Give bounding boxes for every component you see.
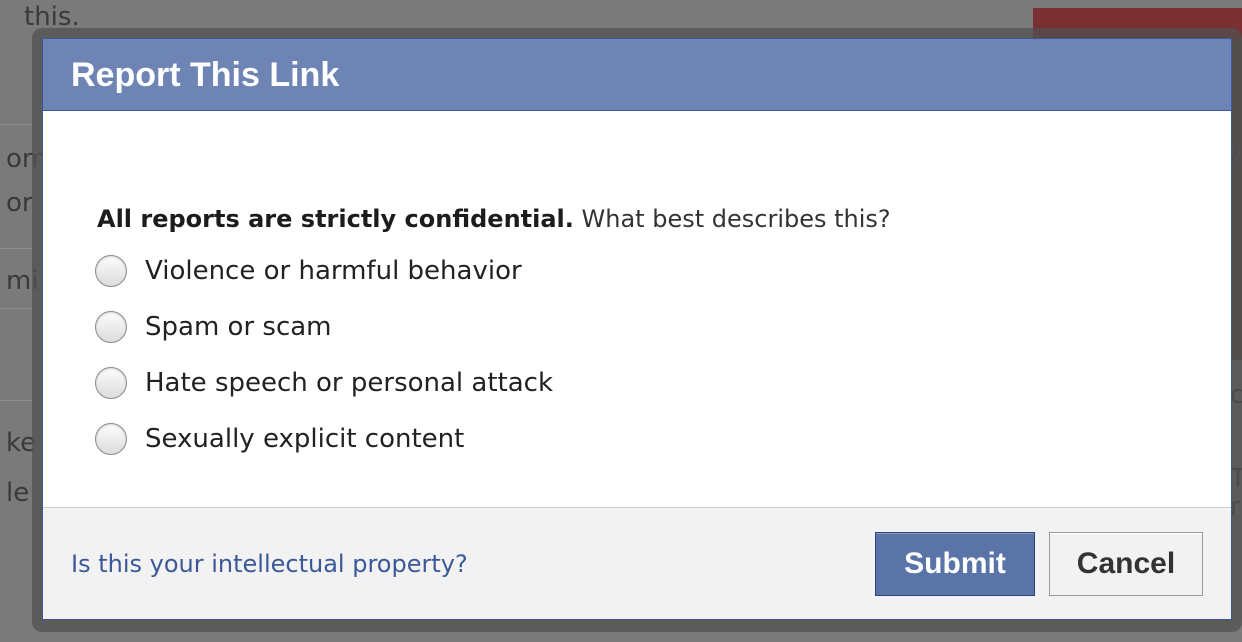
- dialog-body: All reports are strictly confidential. W…: [43, 111, 1231, 507]
- dialog-title: Report This Link: [71, 56, 340, 94]
- background-text-fragment: le: [6, 478, 30, 508]
- report-option-hate-speech[interactable]: Hate speech or personal attack: [95, 363, 553, 403]
- option-label: Violence or harmful behavior: [145, 256, 522, 286]
- background-divider: [0, 124, 36, 125]
- background-text-fragment: or: [6, 188, 33, 218]
- option-label: Spam or scam: [145, 312, 332, 342]
- report-option-violence[interactable]: Violence or harmful behavior: [95, 251, 522, 291]
- radio-button-icon[interactable]: [95, 423, 127, 455]
- radio-button-icon[interactable]: [95, 255, 127, 287]
- report-prompt: All reports are strictly confidential. W…: [97, 205, 891, 233]
- cancel-button[interactable]: Cancel: [1049, 532, 1203, 596]
- option-label: Hate speech or personal attack: [145, 368, 554, 398]
- radio-button-icon[interactable]: [95, 367, 127, 399]
- report-link-dialog: Report This Link All reports are strictl…: [42, 38, 1232, 620]
- dialog-footer: Is this your intellectual property? Subm…: [43, 507, 1231, 619]
- background-divider: [0, 248, 36, 249]
- submit-button[interactable]: Submit: [875, 532, 1035, 596]
- report-option-spam[interactable]: Spam or scam: [95, 307, 332, 347]
- report-option-sexual-content[interactable]: Sexually explicit content: [95, 419, 464, 459]
- option-label: Sexually explicit content: [145, 424, 465, 454]
- prompt-confidential-text: All reports are strictly confidential.: [97, 205, 574, 233]
- radio-button-icon[interactable]: [95, 311, 127, 343]
- dialog-header: Report This Link: [43, 39, 1231, 111]
- intellectual-property-link[interactable]: Is this your intellectual property?: [71, 550, 468, 578]
- background-divider: [0, 400, 36, 401]
- prompt-question-text: What best describes this?: [573, 205, 891, 233]
- background-divider: [0, 308, 36, 309]
